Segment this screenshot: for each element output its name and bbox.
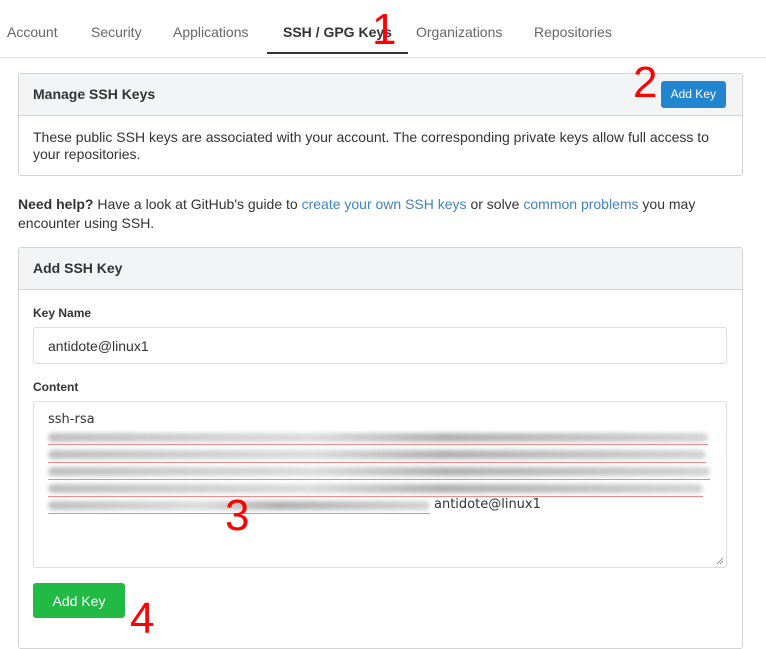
redacted-key-line (48, 484, 703, 493)
common-problems-link[interactable]: common problems (523, 196, 638, 212)
create-ssh-keys-link[interactable]: create your own SSH keys (302, 196, 467, 212)
add-ssh-key-form: Key Name Content ssh-rsa antidote@linux1… (19, 290, 742, 618)
tab-organizations[interactable]: Organizations (416, 14, 502, 50)
tab-account[interactable]: Account (7, 14, 58, 50)
annotation-number-1: 1 (372, 5, 397, 54)
key-name-label: Key Name (33, 306, 92, 320)
spellcheck-underline (48, 479, 710, 480)
help-prefix: Need help? (18, 196, 94, 212)
add-ssh-key-title: Add SSH Key (33, 260, 123, 276)
annotation-number-4: 4 (130, 594, 155, 643)
help-text-part1: Have a look at GitHub's guide to (93, 196, 302, 212)
content-key-comment: antidote@linux1 (434, 497, 541, 512)
add-key-toggle-button[interactable]: Add Key (660, 81, 726, 108)
redacted-key-line (48, 433, 708, 442)
spellcheck-underline (48, 462, 706, 463)
tab-applications[interactable]: Applications (173, 14, 249, 50)
resize-handle-icon[interactable] (716, 557, 724, 565)
add-ssh-key-header: Add SSH Key (19, 248, 742, 290)
annotation-number-2: 2 (633, 58, 658, 107)
tab-repositories[interactable]: Repositories (534, 14, 612, 50)
content-textarea[interactable]: ssh-rsa antidote@linux1 (33, 401, 727, 568)
add-key-submit-button[interactable]: Add Key (33, 583, 125, 618)
content-label: Content (33, 380, 79, 394)
manage-ssh-keys-description: These public SSH keys are associated wit… (33, 129, 709, 162)
redacted-key-line (48, 467, 710, 476)
tab-security[interactable]: Security (91, 14, 142, 50)
add-ssh-key-panel: Add SSH Key Key Name Content ssh-rsa ant… (18, 247, 743, 649)
help-text-part2: or solve (466, 196, 524, 212)
redacted-key-line (48, 450, 706, 459)
content-first-line: ssh-rsa (48, 412, 95, 427)
key-name-input[interactable] (33, 327, 727, 364)
annotation-number-3: 3 (225, 491, 250, 540)
spellcheck-underline (48, 444, 708, 445)
spellcheck-underline (48, 496, 703, 497)
manage-ssh-keys-title: Manage SSH Keys (33, 86, 156, 102)
help-text: Need help? Have a look at GitHub's guide… (18, 195, 738, 233)
